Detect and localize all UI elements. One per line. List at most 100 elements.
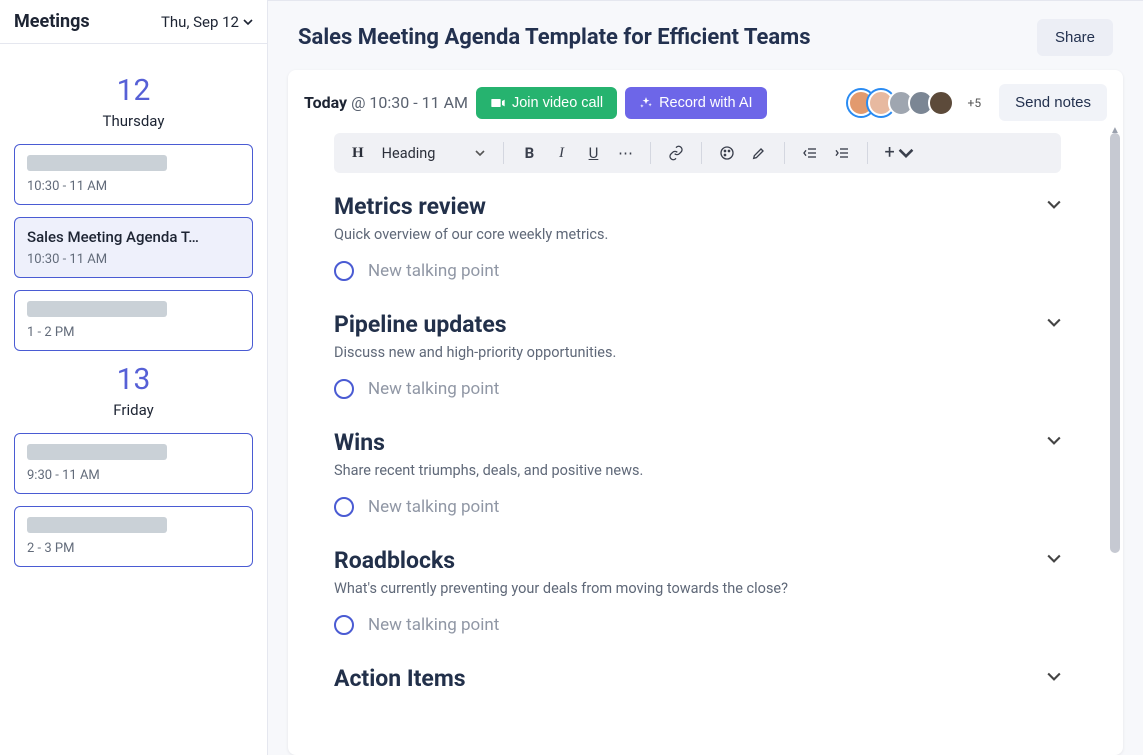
scroll-thumb[interactable] [1110,133,1120,553]
section-header: Wins [334,429,1061,456]
meeting-event-card[interactable]: 2 - 3 PM [14,506,253,567]
collapse-section-button[interactable] [1047,433,1061,452]
color-button[interactable] [712,138,742,168]
talking-point-checkbox[interactable] [334,497,354,517]
caret-down-icon [475,148,485,158]
event-title-placeholder [27,517,167,533]
collapse-section-button[interactable] [1047,669,1061,688]
new-talking-point-input[interactable]: New talking point [334,497,1061,517]
record-with-ai-label: Record with AI [659,95,753,111]
chevron-down-icon [1047,198,1061,212]
avatar[interactable] [928,90,954,116]
date-picker[interactable]: Thu, Sep 12 [161,13,253,31]
day-number: 12 [14,76,253,106]
indent-decrease-button[interactable] [795,138,825,168]
day-number: 13 [14,365,253,395]
talking-point-checkbox[interactable] [334,379,354,399]
indent-decrease-icon [802,145,818,161]
doc-title: Sales Meeting Agenda Template for Effici… [298,25,811,50]
section-subtitle: What's currently preventing your deals f… [334,580,1061,597]
talking-point-placeholder: New talking point [368,497,499,517]
sidebar-header: Meetings Thu, Sep 12 [0,0,267,44]
section-header: Roadblocks [334,547,1061,574]
section-subtitle: Quick overview of our core weekly metric… [334,226,1061,243]
new-talking-point-input[interactable]: New talking point [334,615,1061,635]
chevron-down-icon [1047,316,1061,330]
more-formatting-button[interactable]: ⋯ [610,138,640,168]
meeting-event-card[interactable]: Sales Meeting Agenda T…10:30 - 11 AM [14,217,253,278]
today-label: Today [304,93,347,112]
talking-point-placeholder: New talking point [368,261,499,281]
meetings-sidebar: Meetings Thu, Sep 12 12 Thursday 10:30 - 1… [0,0,268,755]
chevron-down-icon [1047,434,1061,448]
new-talking-point-input[interactable]: New talking point [334,261,1061,281]
doc-card-top: Today @ 10:30 - 11 AM Join video call Re… [288,70,1123,133]
meeting-time-label: Today @ 10:30 - 11 AM [304,93,468,112]
caret-down-icon [898,145,914,161]
collapse-section-button[interactable] [1047,197,1061,216]
link-button[interactable] [661,138,691,168]
plus-icon: + [884,144,894,162]
section-title: Pipeline updates [334,311,507,338]
share-button[interactable]: Share [1037,19,1113,56]
highlight-button[interactable] [744,138,774,168]
meeting-event-card[interactable]: 1 - 2 PM [14,290,253,351]
section-title: Metrics review [334,193,486,220]
bold-button[interactable]: B [514,138,544,168]
agenda-section: Action Items [334,665,1061,692]
talking-point-checkbox[interactable] [334,615,354,635]
talking-point-placeholder: New talking point [368,379,499,399]
underline-button[interactable]: U [578,138,608,168]
more-participants-count[interactable]: +5 [968,96,982,110]
section-header: Metrics review [334,193,1061,220]
event-time: 10:30 - 11 AM [27,179,240,194]
doc-header: Sales Meeting Agenda Template for Effici… [268,1,1143,56]
editor-toolbar: H Heading B I U ⋯ [334,133,1061,173]
meeting-event-card[interactable]: 10:30 - 11 AM [14,144,253,205]
main-panel: Sales Meeting Agenda Template for Effici… [268,0,1143,755]
indent-increase-icon [834,145,850,161]
event-title-placeholder [27,444,167,460]
section-title: Action Items [334,665,466,692]
record-with-ai-button[interactable]: Record with AI [625,87,767,119]
send-notes-button[interactable]: Send notes [999,84,1107,121]
event-time: 10:30 - 11 AM [27,252,240,267]
section-header: Pipeline updates [334,311,1061,338]
event-time: 9:30 - 11 AM [27,468,240,483]
day-header: 13Friday [14,365,253,419]
highlighter-icon [751,145,767,161]
participant-avatars[interactable] [854,90,954,116]
indent-increase-button[interactable] [827,138,857,168]
scrollbar[interactable]: ▲ ▼ [1107,133,1123,755]
italic-button[interactable]: I [546,138,576,168]
link-icon [668,145,684,161]
section-subtitle: Discuss new and high-priority opportunit… [334,344,1061,361]
agenda-section: Roadblocks What's currently preventing yo… [334,547,1061,635]
agenda-section: Metrics review Quick overview of our core… [334,193,1061,281]
sidebar-body[interactable]: 12Thursday10:30 - 11 AMSales Meeting Age… [0,44,267,619]
heading-select[interactable]: H Heading [344,145,493,162]
section-title: Roadblocks [334,547,455,574]
insert-button[interactable]: + [878,138,919,168]
chevron-down-icon [1047,670,1061,684]
section-title: Wins [334,429,385,456]
scroll-down-icon[interactable]: ▼ [1110,751,1120,755]
join-video-call-button[interactable]: Join video call [476,87,617,119]
event-title-placeholder [27,301,167,317]
doc-content[interactable]: H Heading B I U ⋯ [288,133,1107,755]
new-talking-point-input[interactable]: New talking point [334,379,1061,399]
caret-down-icon [243,17,253,27]
sidebar-title: Meetings [14,11,90,32]
meeting-event-card[interactable]: 9:30 - 11 AM [14,433,253,494]
sparkle-icon [639,96,653,110]
agenda-section: Pipeline updates Discuss new and high-pri… [334,311,1061,399]
talking-point-placeholder: New talking point [368,615,499,635]
talking-point-checkbox[interactable] [334,261,354,281]
day-name: Thursday [14,112,253,130]
heading-icon: H [352,145,364,162]
join-video-call-label: Join video call [512,95,603,111]
video-icon [490,95,506,111]
heading-select-label: Heading [382,145,436,162]
collapse-section-button[interactable] [1047,551,1061,570]
collapse-section-button[interactable] [1047,315,1061,334]
